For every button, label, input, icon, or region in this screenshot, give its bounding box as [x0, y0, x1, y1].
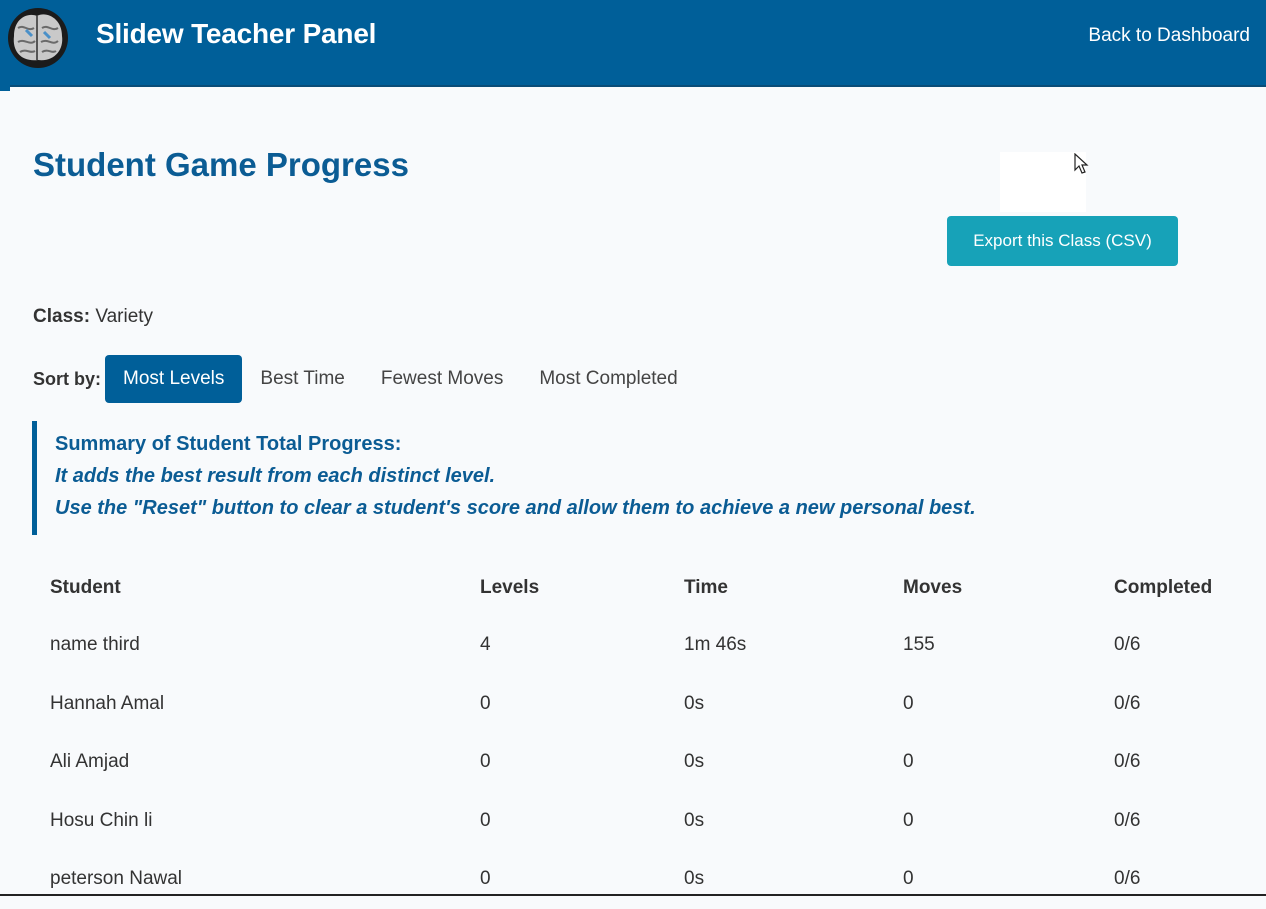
progress-summary-note: Summary of Student Total Progress: It ad…: [32, 421, 1137, 535]
levels-cell: 0: [480, 751, 491, 773]
sort-most-levels-button[interactable]: Most Levels: [105, 355, 243, 403]
completed-cell: 0/6: [1114, 751, 1141, 773]
completed-cell: 0/6: [1114, 634, 1141, 656]
class-label: Class:: [33, 306, 91, 327]
time-cell: 0s: [684, 809, 705, 831]
summary-line-1: It adds the best result from each distin…: [55, 465, 496, 487]
time-cell: 0s: [684, 751, 705, 773]
sort-most-completed-button[interactable]: Most Completed: [521, 355, 695, 403]
sort-best-time-button[interactable]: Best Time: [242, 355, 362, 403]
student-name-cell: name third: [50, 634, 140, 656]
table-row: peterson Nawal 0 0s 0 0/6: [32, 850, 1252, 909]
completed-cell: 0/6: [1114, 692, 1141, 714]
mouse-pointer-icon: [1074, 153, 1089, 174]
class-info: Class: Variety: [33, 306, 153, 328]
levels-cell: 4: [480, 634, 491, 656]
column-header-time[interactable]: Time: [666, 560, 885, 616]
app-title: Slidew Teacher Panel: [96, 18, 377, 49]
brain-logo-icon[interactable]: [6, 6, 70, 70]
page-title: Student Game Progress: [33, 146, 409, 183]
levels-cell: 0: [480, 809, 491, 831]
navbar-edge: [0, 85, 10, 91]
table-row: Ali Amjad 0 0s 0 0/6: [32, 733, 1252, 792]
table-header-row: Student Levels Time Moves Completed: [32, 560, 1252, 616]
levels-cell: 0: [480, 868, 491, 890]
levels-cell: 0: [480, 692, 491, 714]
moves-cell: 0: [903, 809, 914, 831]
moves-cell: 155: [903, 634, 935, 656]
student-name-cell: Ali Amjad: [50, 751, 130, 773]
sort-controls: Sort by: Most Levels Best Time Fewest Mo…: [33, 355, 696, 403]
completed-cell: 0/6: [1114, 809, 1141, 831]
top-navbar: Slidew Teacher Panel Back to Dashboard: [0, 0, 1266, 87]
column-header-moves[interactable]: Moves: [885, 560, 1096, 616]
table-row: Hosu Chin li 0 0s 0 0/6: [32, 792, 1252, 851]
class-name: Variety: [95, 306, 154, 327]
moves-cell: 0: [903, 751, 914, 773]
summary-line-2: Use the "Reset" button to clear a studen…: [55, 497, 976, 519]
student-name-cell: Hosu Chin li: [50, 809, 153, 831]
sort-fewest-moves-button[interactable]: Fewest Moves: [363, 355, 521, 403]
sort-label: Sort by:: [33, 368, 102, 389]
column-header-levels[interactable]: Levels: [462, 560, 666, 616]
moves-cell: 0: [903, 692, 914, 714]
table-row: name third 4 1m 46s 155 0/6: [32, 616, 1252, 675]
moves-cell: 0: [903, 868, 914, 890]
time-cell: 0s: [684, 868, 705, 890]
column-header-completed[interactable]: Completed: [1096, 560, 1252, 616]
export-csv-button[interactable]: Export this Class (CSV): [947, 216, 1178, 266]
student-progress-table: Student Levels Time Moves Completed name…: [32, 560, 1252, 909]
student-name-cell: Hannah Amal: [50, 692, 165, 714]
time-cell: 0s: [684, 692, 705, 714]
table-row: Hannah Amal 0 0s 0 0/6: [32, 675, 1252, 734]
summary-title: Summary of Student Total Progress:: [55, 433, 402, 455]
completed-cell: 0/6: [1114, 868, 1141, 890]
column-header-student[interactable]: Student: [32, 560, 462, 616]
student-name-cell: peterson Nawal: [50, 868, 183, 890]
time-cell: 1m 46s: [684, 634, 747, 656]
back-to-dashboard-link[interactable]: Back to Dashboard: [1088, 25, 1250, 47]
